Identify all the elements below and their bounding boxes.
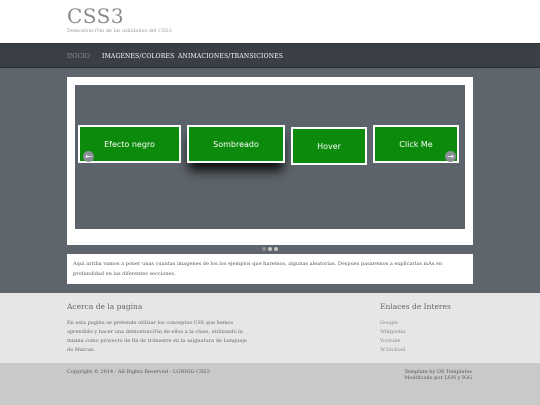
link-google[interactable]: Google	[380, 319, 405, 328]
slider-dot-3[interactable]	[274, 247, 278, 251]
site-footer: Copyright © 2014 - All Rights Reserved -…	[0, 363, 540, 405]
arrow-left-icon[interactable]: ←	[83, 151, 94, 162]
slider-frame: Efecto negro Sombreado Hover Click Me ← …	[67, 77, 473, 251]
nav-item-animaciones-transiciones[interactable]: ANIMACIONES/TRANSICIONES	[178, 53, 283, 60]
about-heading: Acerca de la pagina	[67, 302, 143, 311]
link-wikipedia[interactable]: Wikipedia	[380, 328, 405, 337]
intro-description: Aqui arriba vamos a poner unas cuantas i…	[67, 254, 473, 284]
banner: Efecto negro Sombreado Hover Click Me ← …	[0, 68, 540, 293]
nav-item-imagenes-colores[interactable]: IMAGENES/COLORES	[102, 53, 174, 60]
slide-box-sombreado[interactable]: Sombreado	[187, 125, 285, 163]
slider-dot-1[interactable]	[262, 247, 266, 251]
nav-item-inicio[interactable]: INICIO	[67, 53, 90, 60]
credits: Template by OS Templates Modificado por …	[404, 369, 472, 381]
site-header: CSS3 Demostraci¾n de las utilidades del …	[0, 0, 540, 43]
slider-dots	[67, 236, 473, 255]
main-nav: INICIO IMAGENES/COLORES ANIMACIONES/TRAN…	[0, 43, 540, 68]
copyright: Copyright © 2014 - All Rights Reserved -…	[67, 369, 210, 375]
arrow-right-icon[interactable]: →	[445, 151, 456, 162]
about-text: En esta pagina se pretende utilizar los …	[67, 320, 247, 353]
slider: Efecto negro Sombreado Hover Click Me ← …	[75, 85, 465, 229]
links-list: Google Wikipedia Youtube W3School	[380, 319, 405, 355]
link-youtube[interactable]: Youtube	[380, 337, 405, 346]
slider-dot-2[interactable]	[268, 247, 272, 251]
link-w3school[interactable]: W3School	[380, 346, 405, 355]
links-heading: Enlaces de Interes	[380, 302, 451, 311]
info-section: Acerca de la pagina En esta pagina se pr…	[0, 293, 540, 363]
credit-modified: Modificado por LGN y IGG	[404, 375, 472, 381]
site-title[interactable]: CSS3	[67, 4, 124, 28]
site-subtitle: Demostraci¾n de las utilidades del CSS3	[67, 28, 172, 34]
slide-box-hover[interactable]: Hover	[291, 127, 367, 165]
